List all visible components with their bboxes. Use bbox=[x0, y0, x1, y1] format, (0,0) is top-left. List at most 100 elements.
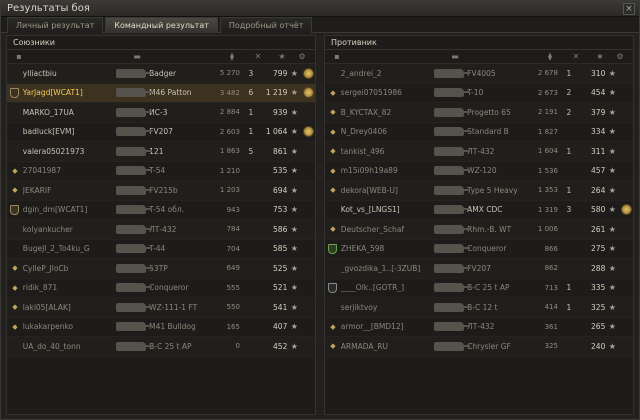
table-row[interactable]: UA_do_40_tonn B-C 25 t AP 0 452 ★ bbox=[7, 337, 315, 357]
table-row[interactable]: YarJagd[WCAT1] M46 Patton 3 482 6 1 219 ★ bbox=[7, 83, 315, 103]
table-row[interactable]: _gvozdika_1..[-3ZUB] FV207 862 288 ★ bbox=[325, 259, 633, 279]
kills-value: 1 bbox=[248, 107, 254, 117]
star-icon: ★ bbox=[290, 283, 298, 293]
platoon-icon: ◆ bbox=[330, 108, 336, 117]
xp-value: 799 bbox=[273, 68, 288, 78]
row-icon-cell: ◆ bbox=[325, 128, 341, 136]
damage-value: 2 678 bbox=[537, 69, 558, 78]
squad-icon[interactable]: ▪ bbox=[329, 52, 345, 61]
table-row[interactable]: MARKO_17UA ИС-3 2 884 1 939 ★ bbox=[7, 103, 315, 123]
damage-value: 713 bbox=[544, 283, 558, 292]
table-row[interactable]: ◆ 27041987 T-54 1 210 535 ★ bbox=[7, 162, 315, 181]
star-icon: ★ bbox=[608, 302, 616, 312]
kills-icon[interactable]: ✕ bbox=[565, 52, 587, 61]
tank-name: Standard B bbox=[467, 127, 509, 137]
table-row[interactable]: ylliactbiu Badger 5 270 3 799 ★ bbox=[7, 64, 315, 84]
xp-value: 535 bbox=[273, 166, 288, 176]
platoon-icon: ◆ bbox=[12, 283, 18, 292]
xp-value: 288 bbox=[591, 263, 606, 273]
star-icon: ★ bbox=[608, 205, 616, 215]
kills-value: 2 bbox=[566, 88, 572, 98]
table-row[interactable]: kolyankucher ЛТ-432 784 586 ★ bbox=[7, 220, 315, 240]
table-row[interactable]: ◆ ridik_871 Conqueror 555 521 ★ bbox=[7, 279, 315, 298]
player-name: CylleP_JloCb bbox=[22, 263, 69, 273]
row-icon-cell: ◆ bbox=[7, 167, 23, 175]
tab-personal-result[interactable]: Личный результат bbox=[7, 17, 104, 33]
tank-icon bbox=[114, 300, 153, 314]
tank-icon[interactable]: ▬ bbox=[437, 52, 473, 61]
medal-icon bbox=[302, 126, 314, 138]
tank-icon bbox=[432, 203, 471, 217]
table-row[interactable]: ◆ laki05[ALAK] WZ-111-1 FT 550 541 ★ bbox=[7, 298, 315, 318]
table-row[interactable]: badluck[EVM] FV207 2 603 1 1 064 ★ bbox=[7, 123, 315, 142]
row-icon-cell: ◆ bbox=[325, 186, 341, 194]
tank-icon bbox=[432, 66, 471, 80]
row-icon-cell bbox=[7, 204, 23, 215]
star-icon[interactable]: ★ bbox=[269, 52, 295, 61]
damage-value: 361 bbox=[544, 322, 558, 331]
medal-icon[interactable]: ⚙ bbox=[295, 52, 309, 61]
enemies-panel: Противник ▪ ▬ ⧫ ✕ ★ ⚙ 2_andrei_2 FV4005 2 … bbox=[324, 35, 634, 415]
star-icon: ★ bbox=[290, 88, 298, 98]
squad-icon[interactable]: ▪ bbox=[11, 52, 27, 61]
tank-icon bbox=[432, 300, 471, 314]
table-row[interactable]: BugeJl_2_To4ku_G T-44 704 585 ★ bbox=[7, 240, 315, 259]
enemies-list: 2_andrei_2 FV4005 2 678 1 310 ★ ◆ sergei0705198… bbox=[325, 64, 633, 357]
player-name: ARMADA_RU bbox=[340, 341, 388, 351]
table-row[interactable]: ◆ B_KYCTAX_82 Progetto 65 2 191 2 379 ★ bbox=[325, 103, 633, 123]
table-row[interactable]: ◆ JEKARIF FV215b 1 203 694 ★ bbox=[7, 181, 315, 201]
star-icon: ★ bbox=[290, 244, 298, 254]
damage-icon[interactable]: ⧫ bbox=[217, 52, 247, 61]
table-row[interactable]: ◆ lukakarpenko M41 Bulldog 165 407 ★ bbox=[7, 318, 315, 337]
row-icon-cell: ◆ bbox=[7, 284, 23, 292]
table-row[interactable]: ____Olk..[GOTR_] B-C 25 t AP 713 1 335 ★ bbox=[325, 279, 633, 298]
player-name: UA_do_40_tonn bbox=[22, 341, 81, 351]
table-row[interactable]: ◆ dekora[WEB-U] Type 5 Heavy 1 353 1 264 ★ bbox=[325, 181, 633, 201]
table-row[interactable]: ◆ Deutscher_Schaf Rhm.-B. WT 1 006 261 ★ bbox=[325, 220, 633, 240]
table-row[interactable]: ◆ armor__[BMD12] ЛТ-432 361 265 ★ bbox=[325, 318, 633, 337]
tank-icon bbox=[114, 339, 153, 353]
table-row[interactable]: ◆ tankist_496 ЛТ-432 1 604 1 311 ★ bbox=[325, 142, 633, 162]
star-icon: ★ bbox=[290, 224, 298, 234]
row-icon-cell bbox=[325, 282, 341, 293]
star-icon[interactable]: ★ bbox=[587, 52, 613, 61]
tab-team-result[interactable]: Командный результат bbox=[105, 17, 218, 33]
close-button[interactable]: × bbox=[623, 2, 635, 15]
player-name: ____Olk..[GOTR_] bbox=[340, 283, 405, 293]
table-row[interactable]: ◆ CylleP_JloCb 53TP 649 525 ★ bbox=[7, 259, 315, 279]
star-icon: ★ bbox=[290, 107, 298, 117]
xp-value: 861 bbox=[273, 146, 288, 156]
damage-value: 649 bbox=[226, 264, 240, 273]
tank-icon[interactable]: ▬ bbox=[119, 52, 155, 61]
damage-value: 325 bbox=[544, 342, 558, 351]
table-row[interactable]: ZHEKA_598 Conqueror 866 275 ★ bbox=[325, 240, 633, 259]
platoon-icon: ◆ bbox=[12, 322, 18, 331]
kills-icon[interactable]: ✕ bbox=[247, 52, 269, 61]
table-row[interactable]: Kot_vs_[LNGS1] AMX CDC 1 319 3 580 ★ bbox=[325, 201, 633, 220]
xp-value: 753 bbox=[273, 205, 288, 215]
damage-value: 1 604 bbox=[537, 147, 558, 156]
platoon-icon: ◆ bbox=[12, 303, 18, 312]
kills-value: 1 bbox=[566, 185, 572, 195]
table-row[interactable]: 2_andrei_2 FV4005 2 678 1 310 ★ bbox=[325, 64, 633, 84]
table-row[interactable]: ◆ sergei07051986 T-10 2 673 2 454 ★ bbox=[325, 84, 633, 103]
clan-emblem-icon bbox=[10, 87, 20, 98]
table-row[interactable]: valera05021973 121 1 863 5 861 ★ bbox=[7, 142, 315, 162]
xp-value: 407 bbox=[273, 322, 288, 332]
medal-icon bbox=[302, 67, 314, 79]
table-row[interactable]: ◆ m15i09h19a89 WZ-120 1 536 457 ★ bbox=[325, 162, 633, 181]
player-name: _gvozdika_1..[-3ZUB] bbox=[340, 263, 421, 273]
table-row[interactable]: ◆ N_Drey0406 Standard B 1 827 334 ★ bbox=[325, 123, 633, 142]
tank-name: T-54 обл. bbox=[149, 205, 185, 215]
xp-value: 521 bbox=[273, 283, 288, 293]
medal-icon[interactable]: ⚙ bbox=[613, 52, 627, 61]
damage-icon[interactable]: ⧫ bbox=[535, 52, 565, 61]
table-row[interactable]: serjiktvoy B-C 12 t 414 1 325 ★ bbox=[325, 298, 633, 318]
table-row[interactable]: ◆ ARMADA_RU Chrysler GF 325 240 ★ bbox=[325, 337, 633, 357]
tab-detailed-report[interactable]: Подробный отчёт bbox=[219, 17, 313, 33]
allies-column-header: ▪ ▬ ⧫ ✕ ★ ⚙ bbox=[7, 50, 315, 64]
xp-value: 694 bbox=[273, 185, 288, 195]
player-name: laki05[ALAK] bbox=[22, 302, 71, 312]
kills-value: 3 bbox=[248, 68, 254, 78]
table-row[interactable]: dgin_dm[WCAT1] T-54 обл. 943 753 ★ bbox=[7, 201, 315, 220]
